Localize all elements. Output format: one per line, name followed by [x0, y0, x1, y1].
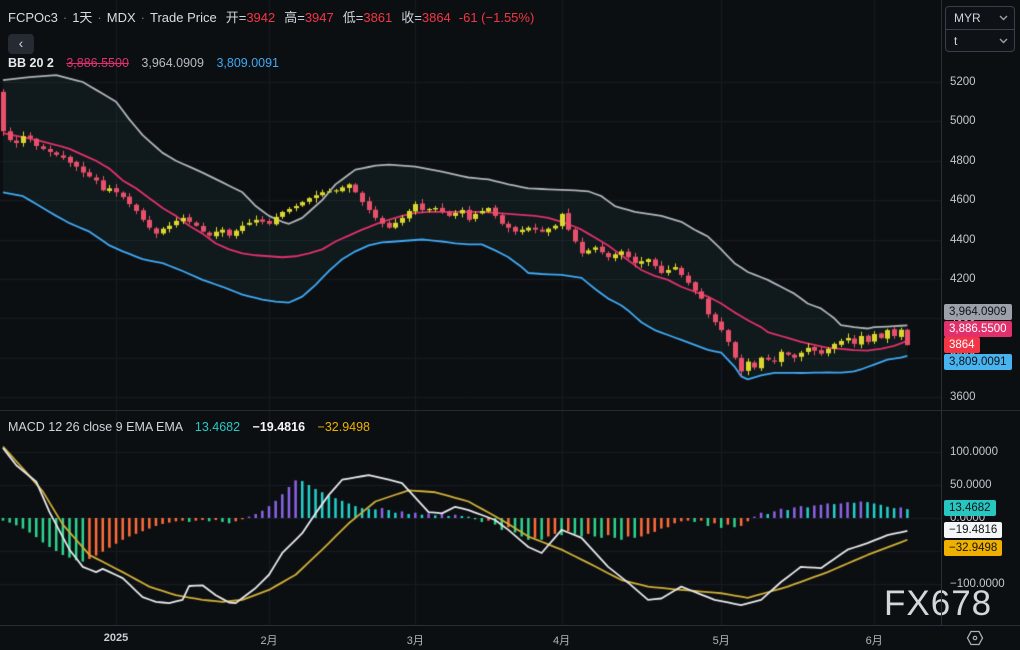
ohlc-label: 开=	[226, 10, 247, 25]
bb-basis-axis-badge: 3,886.5500	[944, 321, 1012, 337]
unit-dropdown[interactable]: t	[946, 30, 1014, 52]
time-axis-label[interactable]: 2025	[104, 632, 128, 644]
ohlc-value: 3861	[363, 10, 392, 25]
signal-axis-badge: −32.9498	[944, 540, 1002, 556]
change-value: -61 (−1.55%)	[459, 10, 535, 25]
symbol-name[interactable]: FCPOc3	[8, 10, 58, 25]
separator: ·	[63, 10, 67, 25]
unit-value: t	[954, 34, 957, 48]
time-axis-label[interactable]: 2月	[260, 632, 277, 648]
ohlc-label: 低=	[343, 10, 364, 25]
price-tick: 4400	[950, 234, 976, 246]
price-type: Trade Price	[150, 10, 217, 25]
bb-lower-axis-badge: 3,809.0091	[944, 354, 1012, 370]
time-axis-label[interactable]: 3月	[407, 632, 424, 648]
ohlc-label: 收=	[401, 10, 422, 25]
bb-lower-value: 3,809.0091	[216, 56, 279, 70]
chevron-left-icon: ‹	[19, 35, 24, 51]
macd-line-value: −19.4816	[253, 420, 305, 434]
interval[interactable]: 1天	[72, 10, 92, 25]
ohlc-value: 3864	[422, 10, 451, 25]
hexagon-settings-icon[interactable]	[966, 630, 984, 646]
hist-axis-badge: 13.4682	[944, 500, 996, 516]
macd-chart-canvas[interactable]	[0, 411, 941, 625]
chevron-down-icon	[999, 15, 1008, 21]
macd-indicator-row[interactable]: MACD 12 26 close 9 EMA EMA 13.4682 −19.4…	[8, 420, 370, 434]
time-axis-label[interactable]: 5月	[713, 632, 730, 648]
ohlc-label: 高=	[284, 10, 305, 25]
ohlc-value: 3942	[246, 10, 275, 25]
macd-label: MACD 12 26 close 9 EMA EMA	[8, 420, 182, 434]
price-axis[interactable]: 520050004800460044004200400038003600100.…	[941, 0, 1020, 625]
chevron-down-icon	[999, 38, 1008, 44]
ohlc-value: 3947	[305, 10, 334, 25]
price-tick: 4600	[950, 194, 976, 206]
price-tick: 4200	[950, 273, 976, 285]
price-tick: 5200	[950, 76, 976, 88]
macd-hist-value: 13.4682	[195, 420, 240, 434]
macd-tick: −100.0000	[950, 578, 1005, 590]
bb-indicator-row[interactable]: BB 20 2 3,886.5500 3,964.0909 3,809.0091	[8, 56, 279, 70]
bb-label: BB 20 2	[8, 56, 54, 70]
price-tick: 5000	[950, 115, 976, 127]
macd-tick: 50.0000	[950, 479, 992, 491]
macd-signal-value: −32.9498	[318, 420, 370, 434]
time-axis-label[interactable]: 4月	[553, 632, 570, 648]
axis-unit-dropdowns: MYR t	[945, 6, 1015, 52]
macd-tick: 100.0000	[950, 446, 998, 458]
currency-dropdown[interactable]: MYR	[946, 7, 1014, 29]
time-axis-label[interactable]: 6月	[866, 632, 883, 648]
chart-window: FCPOc3·1天·MDX·Trade Price开=3942高=3947低=3…	[0, 0, 1020, 650]
bb-upper-value: 3,964.0909	[141, 56, 204, 70]
exchange: MDX	[107, 10, 136, 25]
last-price-axis-badge: 3864	[944, 337, 980, 353]
bb-upper-axis-badge: 3,964.0909	[944, 304, 1012, 320]
separator: ·	[141, 10, 145, 25]
pane-divider[interactable]	[0, 410, 1020, 411]
price-tick: 4800	[950, 155, 976, 167]
ohlc-values: 开=3942 高=3947 低=3861 收=3864	[217, 10, 451, 25]
symbol-header: FCPOc3·1天·MDX·Trade Price开=3942高=3947低=3…	[8, 7, 534, 26]
back-button[interactable]: ‹	[8, 34, 34, 54]
macd-axis-badge: −19.4816	[944, 522, 1002, 538]
separator: ·	[97, 10, 101, 25]
currency-value: MYR	[954, 11, 981, 25]
bb-basis-value: 3,886.5500	[66, 56, 129, 70]
time-axis[interactable]: 2025 2月 3月 4月 5月 6月	[0, 625, 1020, 650]
price-tick: 3600	[950, 391, 976, 403]
